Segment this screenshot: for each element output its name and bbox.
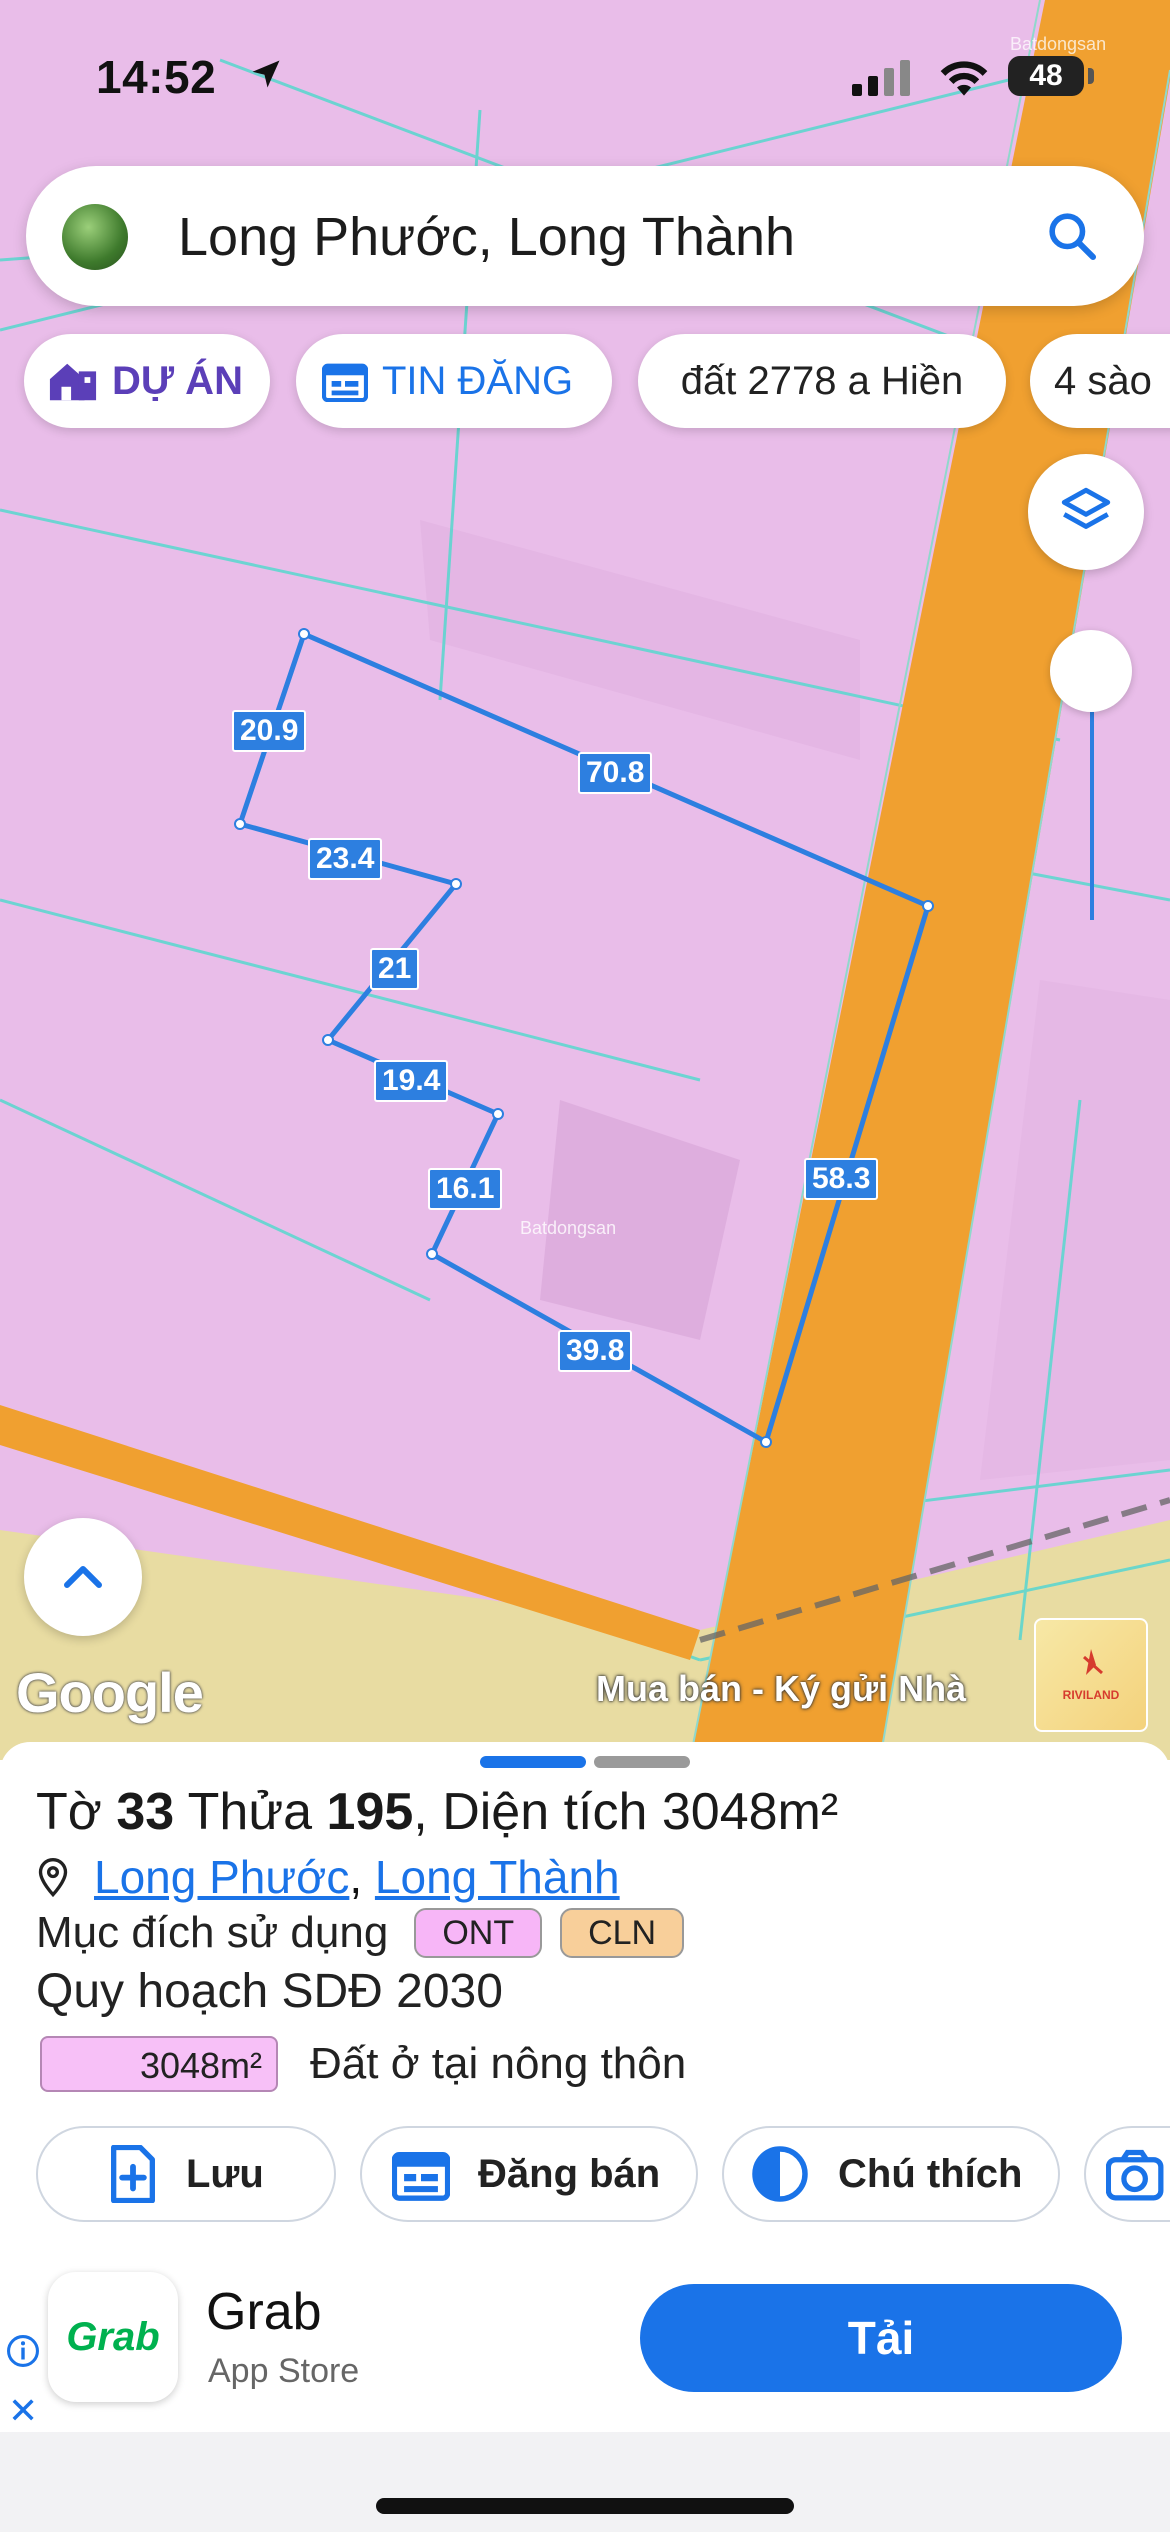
logo-text: RIVILAND — [1063, 1688, 1120, 1702]
map-watermark: Batdongsan — [520, 1218, 617, 1238]
chip-label: TIN ĐĂNG — [382, 358, 574, 403]
edge-length-label: 23.4 — [308, 838, 383, 880]
planning-row: 3048m² Đất ở tại nông thôn — [40, 2036, 686, 2092]
legend-contrast-icon — [750, 2144, 810, 2204]
ad-install-button[interactable]: Tải — [640, 2284, 1122, 2392]
legend-label: Chú thích — [838, 2151, 1023, 2196]
grab-app-icon[interactable]: Grab — [48, 2272, 178, 2402]
save-file-icon — [108, 2145, 158, 2203]
parcel-address: Long Phước, Long Thành — [36, 1850, 620, 1904]
ad-app-name[interactable]: Grab — [206, 2282, 322, 2342]
chip-label: DỰ ÁN — [112, 358, 243, 403]
page-indicator-active[interactable] — [480, 1756, 586, 1768]
district-link[interactable]: Long Thành — [375, 1851, 620, 1903]
status-watermark: Batdongsan — [1010, 34, 1107, 54]
calendar-listing-icon — [322, 360, 368, 402]
parcel-info-sheet[interactable]: Tờ 33 Thửa 195, Diện tích 3048m² Long Ph… — [0, 1742, 1170, 2272]
edge-length-label: 20.9 — [232, 710, 307, 752]
ad-close-icon[interactable]: ✕ — [8, 2390, 38, 2432]
parcel-title: Tờ 33 Thửa 195, Diện tích 3048m² — [36, 1782, 838, 1842]
page-indicator[interactable] — [594, 1756, 690, 1768]
layers-icon — [1061, 487, 1111, 529]
camera-button[interactable] — [1084, 2126, 1170, 2222]
chip-label: 4 sào — [1054, 358, 1152, 403]
riviland-logo-icon: RIVILAND — [1063, 1649, 1120, 1702]
plot-number: 195 — [326, 1783, 414, 1841]
location-pin-icon — [38, 1858, 68, 1898]
status-bar: 14:52 48 Batdongsan — [0, 0, 1170, 150]
edge-length-label: 19.4 — [374, 1060, 449, 1102]
area-prefix: , Diện tích — [413, 1783, 662, 1841]
chip-saved-search[interactable]: 4 sào — [1030, 334, 1170, 428]
home-indicator-area — [0, 2432, 1170, 2532]
google-attribution: Google — [16, 1661, 204, 1724]
camera-icon — [1106, 2146, 1168, 2202]
post-listing-icon — [392, 2147, 450, 2201]
chip-saved-search[interactable]: đất 2778 a Hiền — [638, 334, 1006, 428]
chevron-up-icon — [64, 1566, 102, 1588]
project-home-icon — [48, 359, 98, 403]
map-overlay-text: Mua bán - Ký gửi Nhà — [596, 1668, 967, 1709]
plot-prefix: Thửa — [174, 1783, 327, 1841]
edge-length-label: 58.3 — [804, 1158, 879, 1200]
address-separator: , — [349, 1851, 375, 1903]
land-use-tag-ont[interactable]: ONT — [414, 1908, 543, 1958]
search-bar[interactable]: Long Phước, Long Thành — [26, 166, 1144, 306]
home-indicator[interactable] — [376, 2498, 794, 2514]
ward-link[interactable]: Long Phước — [94, 1851, 349, 1903]
edge-length-label: 16.1 — [428, 1168, 503, 1210]
ad-banner[interactable]: ✕ Grab Grab App Store Tải — [0, 2272, 1170, 2432]
planning-label: Quy hoạch SDĐ 2030 — [36, 1965, 503, 2018]
ad-info-icon[interactable] — [6, 2334, 40, 2368]
map-view[interactable]: 20.9 70.8 23.4 21 19.4 16.1 58.3 39.8 Ba… — [0, 0, 1170, 1760]
land-use-row: Mục đích sử dụng ONT CLN — [36, 1908, 685, 1958]
measure-handle[interactable] — [1050, 630, 1132, 712]
save-label: Lưu — [186, 2151, 264, 2196]
edge-length-label: 70.8 — [578, 752, 653, 794]
battery-indicator: 48 — [1008, 56, 1084, 96]
cellular-signal-icon — [852, 60, 910, 96]
search-icon[interactable] — [1044, 208, 1100, 264]
planning-description: Đất ở tại nông thôn — [310, 2039, 687, 2088]
chip-du-an[interactable]: DỰ ÁN — [24, 334, 270, 428]
area-value: 3048m² — [661, 1783, 839, 1841]
search-query[interactable]: Long Phước, Long Thành — [178, 206, 795, 268]
title-prefix: Tờ — [36, 1783, 117, 1841]
chip-label: đất 2778 a Hiền — [680, 358, 964, 403]
post-for-sale-button[interactable]: Đăng bán — [360, 2126, 698, 2222]
chip-tin-dang[interactable]: TIN ĐĂNG — [296, 334, 612, 428]
post-label: Đăng bán — [478, 2151, 661, 2196]
save-button[interactable]: Lưu — [36, 2126, 336, 2222]
ad-store-name: App Store — [208, 2352, 360, 2390]
location-photo-icon[interactable] — [62, 204, 128, 270]
land-use-tag-cln[interactable]: CLN — [560, 1908, 685, 1958]
edge-length-label: 39.8 — [558, 1330, 633, 1372]
planning-area-badge: 3048m² — [40, 2036, 278, 2092]
riviland-logo[interactable]: RIVILAND — [1034, 1618, 1148, 1732]
status-time: 14:52 — [96, 51, 217, 103]
edge-length-label: 21 — [370, 948, 420, 990]
land-use-label: Mục đích sử dụng — [36, 1908, 389, 1957]
wifi-icon — [940, 61, 988, 96]
legend-button[interactable]: Chú thích — [722, 2126, 1060, 2222]
location-arrow-icon — [252, 60, 280, 88]
battery-tip — [1088, 68, 1094, 84]
expand-up-button[interactable] — [24, 1518, 142, 1636]
sheet-number: 33 — [116, 1783, 175, 1841]
layers-button[interactable] — [1028, 454, 1144, 570]
